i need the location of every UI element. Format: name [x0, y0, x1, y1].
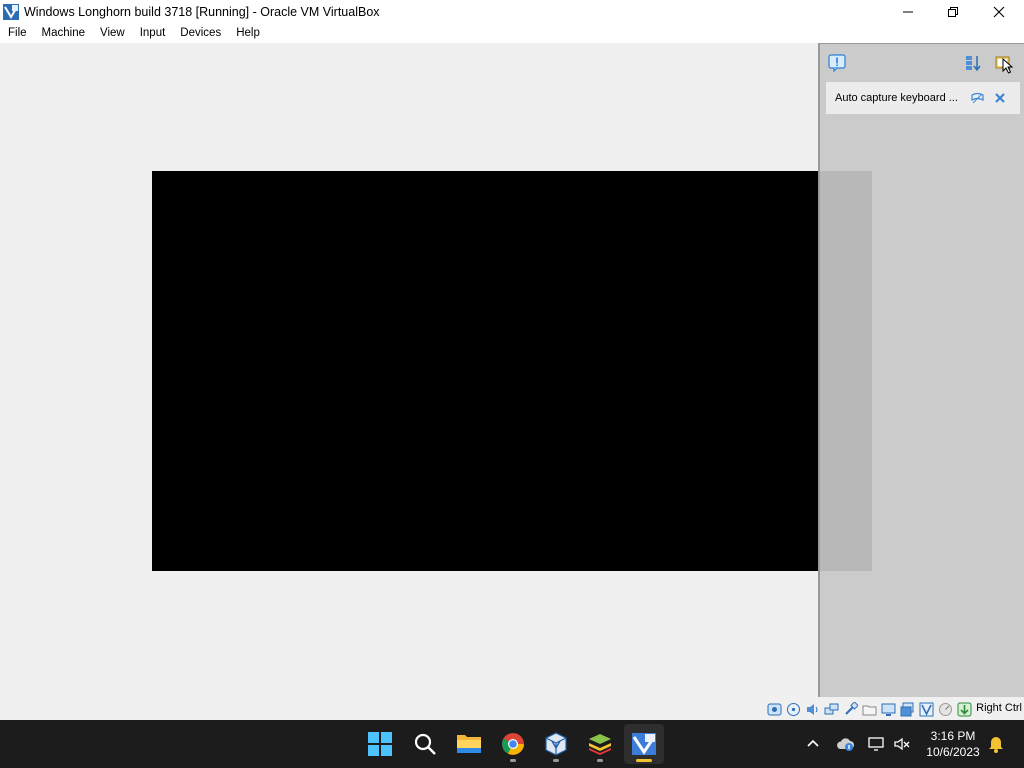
menu-machine[interactable]: Machine [36, 23, 91, 43]
file-explorer-button[interactable] [449, 724, 489, 764]
chevron-up-icon [807, 739, 819, 747]
minimize-button[interactable] [885, 0, 931, 23]
search-button[interactable] [405, 724, 445, 764]
volume-muted-icon [894, 737, 910, 751]
vm-screen[interactable] [152, 171, 872, 571]
optical-drive-icon[interactable] [785, 701, 801, 717]
start-icon [368, 732, 392, 756]
menu-input[interactable]: Input [134, 23, 172, 43]
host-key-icon[interactable] [956, 701, 972, 717]
notification-alert-icon[interactable] [828, 54, 846, 72]
notification-item: Auto capture keyboard ... [826, 82, 1020, 114]
cloud-icon [837, 738, 854, 751]
show-hidden-icons-button[interactable] [803, 734, 823, 754]
bluestacks-icon [589, 734, 611, 755]
notifications-button[interactable] [986, 734, 1006, 754]
dont-show-icon [970, 92, 984, 103]
dismiss-icon [995, 93, 1005, 103]
network-status-icon [868, 737, 884, 751]
menu-file[interactable]: File [0, 23, 33, 43]
bluestacks-button[interactable] [580, 724, 620, 764]
virtualbox-icon [3, 3, 19, 20]
recording-icon[interactable] [899, 701, 915, 717]
menu-bar: File Machine View Input Devices Help [0, 23, 1024, 43]
virtualbox-manager-icon [545, 732, 567, 756]
bell-icon [989, 737, 1003, 753]
window-title: Windows Longhorn build 3718 [Running] - … [24, 4, 380, 19]
dismiss-notification-button[interactable] [993, 91, 1007, 105]
menu-devices[interactable]: Devices [174, 23, 227, 43]
close-icon [993, 6, 1005, 17]
minimize-icon [903, 11, 913, 12]
dont-show-again-button[interactable] [970, 91, 984, 105]
title-bar: Windows Longhorn build 3718 [Running] - … [0, 0, 1024, 23]
network-tray-button[interactable] [866, 734, 886, 754]
mouse-integration-icon[interactable] [937, 701, 953, 717]
clock-date: 10/6/2023 [926, 745, 980, 759]
sort-order-icon[interactable] [965, 54, 983, 72]
chrome-icon [502, 733, 524, 755]
search-icon [414, 733, 436, 755]
running-indicator [510, 759, 516, 762]
close-all-notifications-icon[interactable] [994, 54, 1014, 74]
taskbar-clock[interactable]: 3:16 PM 10/6/2023 [920, 728, 986, 760]
onedrive-tray-button[interactable] [835, 734, 855, 754]
menu-help[interactable]: Help [230, 23, 266, 43]
notification-toolbar [820, 44, 1024, 82]
chrome-button[interactable] [493, 724, 533, 764]
mouse-cursor-icon [1002, 58, 1014, 74]
audio-icon[interactable] [804, 701, 820, 717]
virtualbox-manager-button[interactable] [536, 724, 576, 764]
file-explorer-icon [457, 735, 481, 753]
running-indicator [553, 759, 559, 762]
volume-tray-button[interactable] [892, 734, 912, 754]
usb-icon[interactable] [842, 701, 858, 717]
hard-disk-icon[interactable] [766, 701, 782, 717]
start-button[interactable] [360, 724, 400, 764]
active-indicator [636, 759, 652, 762]
network-icon[interactable] [823, 701, 839, 717]
restore-button[interactable] [930, 0, 976, 23]
vm-display-area: Auto capture keyboard ... [0, 43, 1024, 697]
display-icon[interactable] [880, 701, 896, 717]
running-indicator [597, 759, 603, 762]
menu-view[interactable]: View [94, 23, 131, 43]
virtualbox-vm-icon [632, 733, 656, 755]
clock-time: 3:16 PM [930, 729, 976, 743]
shared-folders-icon[interactable] [861, 701, 877, 717]
notification-center: Auto capture keyboard ... [818, 43, 1024, 697]
status-bar: Right Ctrl [0, 697, 1024, 720]
host-key-label: Right Ctrl [976, 702, 1022, 714]
cpu-icon[interactable] [918, 701, 934, 717]
restore-icon [948, 6, 958, 17]
notification-message: Auto capture keyboard ... [835, 92, 958, 104]
close-button[interactable] [976, 0, 1022, 23]
windows-taskbar: 3:16 PM 10/6/2023 [0, 720, 1024, 768]
virtualbox-vm-button[interactable] [624, 724, 664, 764]
